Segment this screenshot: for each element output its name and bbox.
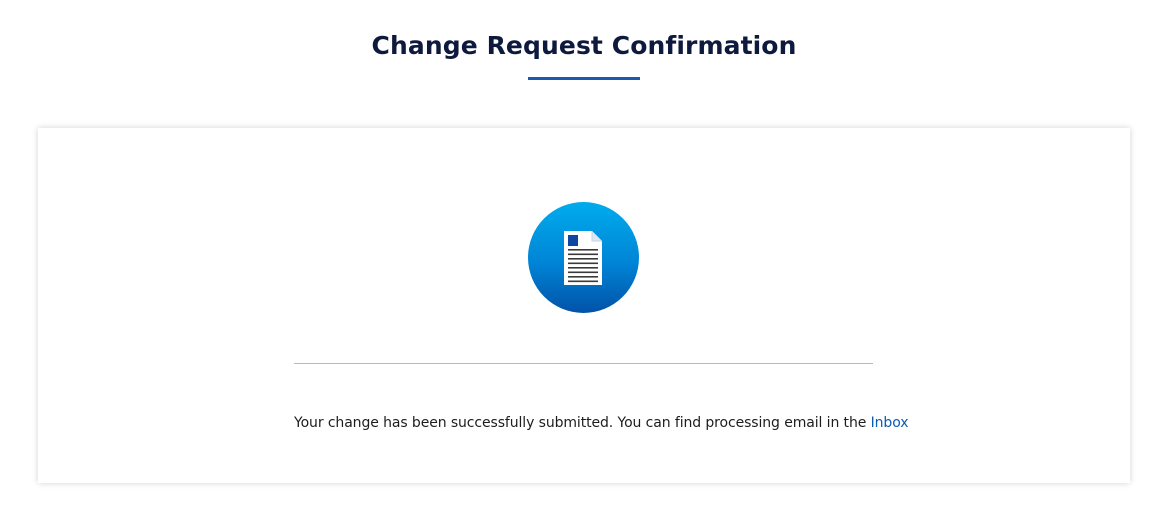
document-icon bbox=[564, 231, 602, 285]
confirmation-icon-badge bbox=[528, 202, 639, 313]
divider bbox=[294, 363, 873, 364]
confirmation-message: Your change has been successfully submit… bbox=[294, 415, 909, 431]
title-underline bbox=[528, 77, 640, 80]
confirmation-page: Change Request Confirmation Your change … bbox=[0, 0, 1168, 524]
inbox-link[interactable]: Inbox bbox=[871, 415, 909, 431]
page-title: Change Request Confirmation bbox=[371, 31, 797, 60]
confirmation-card: Your change has been successfully submit… bbox=[38, 128, 1130, 483]
confirmation-message-text: Your change has been successfully submit… bbox=[294, 415, 867, 431]
